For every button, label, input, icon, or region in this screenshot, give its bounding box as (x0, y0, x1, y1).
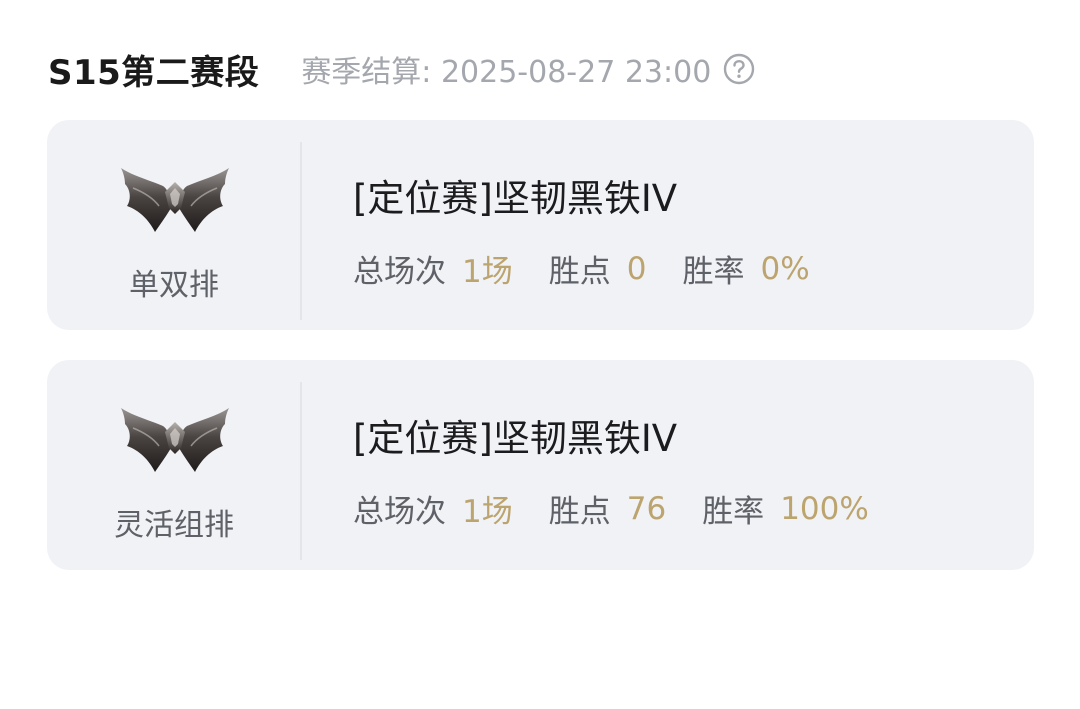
stat-value: 76 (626, 490, 667, 527)
season-title: S15第二赛段 (48, 52, 260, 93)
stat-league-points: 胜点 76 (549, 486, 666, 531)
stat-win-rate: 胜率 0% (682, 246, 809, 291)
stat-value: 1场 (462, 254, 513, 290)
season-header: S15第二赛段 赛季结算: 2025-08-27 23:00 (48, 44, 755, 94)
iron-rank-emblem-icon (121, 408, 229, 472)
stat-league-points: 胜点 0 (549, 246, 647, 291)
rank-name: [定位赛]坚韧黑铁IV (353, 177, 678, 220)
stat-label: 胜点 (548, 494, 611, 530)
divider (300, 382, 302, 560)
iron-rank-emblem-icon (121, 168, 229, 232)
stat-total-games: 总场次 1场 (353, 246, 513, 291)
queue-name: 灵活组排 (114, 508, 234, 543)
rank-name: [定位赛]坚韧黑铁IV (353, 417, 678, 460)
stat-label: 总场次 (353, 494, 446, 530)
stat-value: 100% (780, 490, 869, 527)
queue-section: 灵活组排 (47, 360, 301, 570)
stat-value: 0 (626, 250, 647, 287)
rank-page: S15第二赛段 赛季结算: 2025-08-27 23:00 单双排 [定位赛]… (0, 0, 1080, 709)
rank-card-solo-duo[interactable]: 单双排 [定位赛]坚韧黑铁IV 总场次 1场 胜点 0 胜率 0% (47, 120, 1034, 330)
question-circle-icon[interactable] (723, 53, 755, 85)
stats-row: 总场次 1场 胜点 0 胜率 0% (353, 246, 810, 291)
queue-name: 单双排 (129, 268, 219, 303)
rank-card-flex[interactable]: 灵活组排 [定位赛]坚韧黑铁IV 总场次 1场 胜点 76 胜率 100% (47, 360, 1034, 570)
stat-value: 1场 (462, 494, 513, 530)
season-settlement-time: 赛季结算: 2025-08-27 23:00 (301, 55, 712, 90)
stat-win-rate: 胜率 100% (702, 486, 869, 531)
stats-row: 总场次 1场 胜点 76 胜率 100% (353, 486, 869, 531)
queue-section: 单双排 (47, 120, 301, 330)
divider (300, 142, 302, 320)
stat-total-games: 总场次 1场 (353, 486, 513, 531)
stat-label: 总场次 (353, 254, 446, 290)
stat-label: 胜率 (702, 494, 765, 530)
stat-label: 胜率 (682, 254, 745, 290)
stat-value: 0% (760, 250, 810, 287)
stat-label: 胜点 (548, 254, 611, 290)
